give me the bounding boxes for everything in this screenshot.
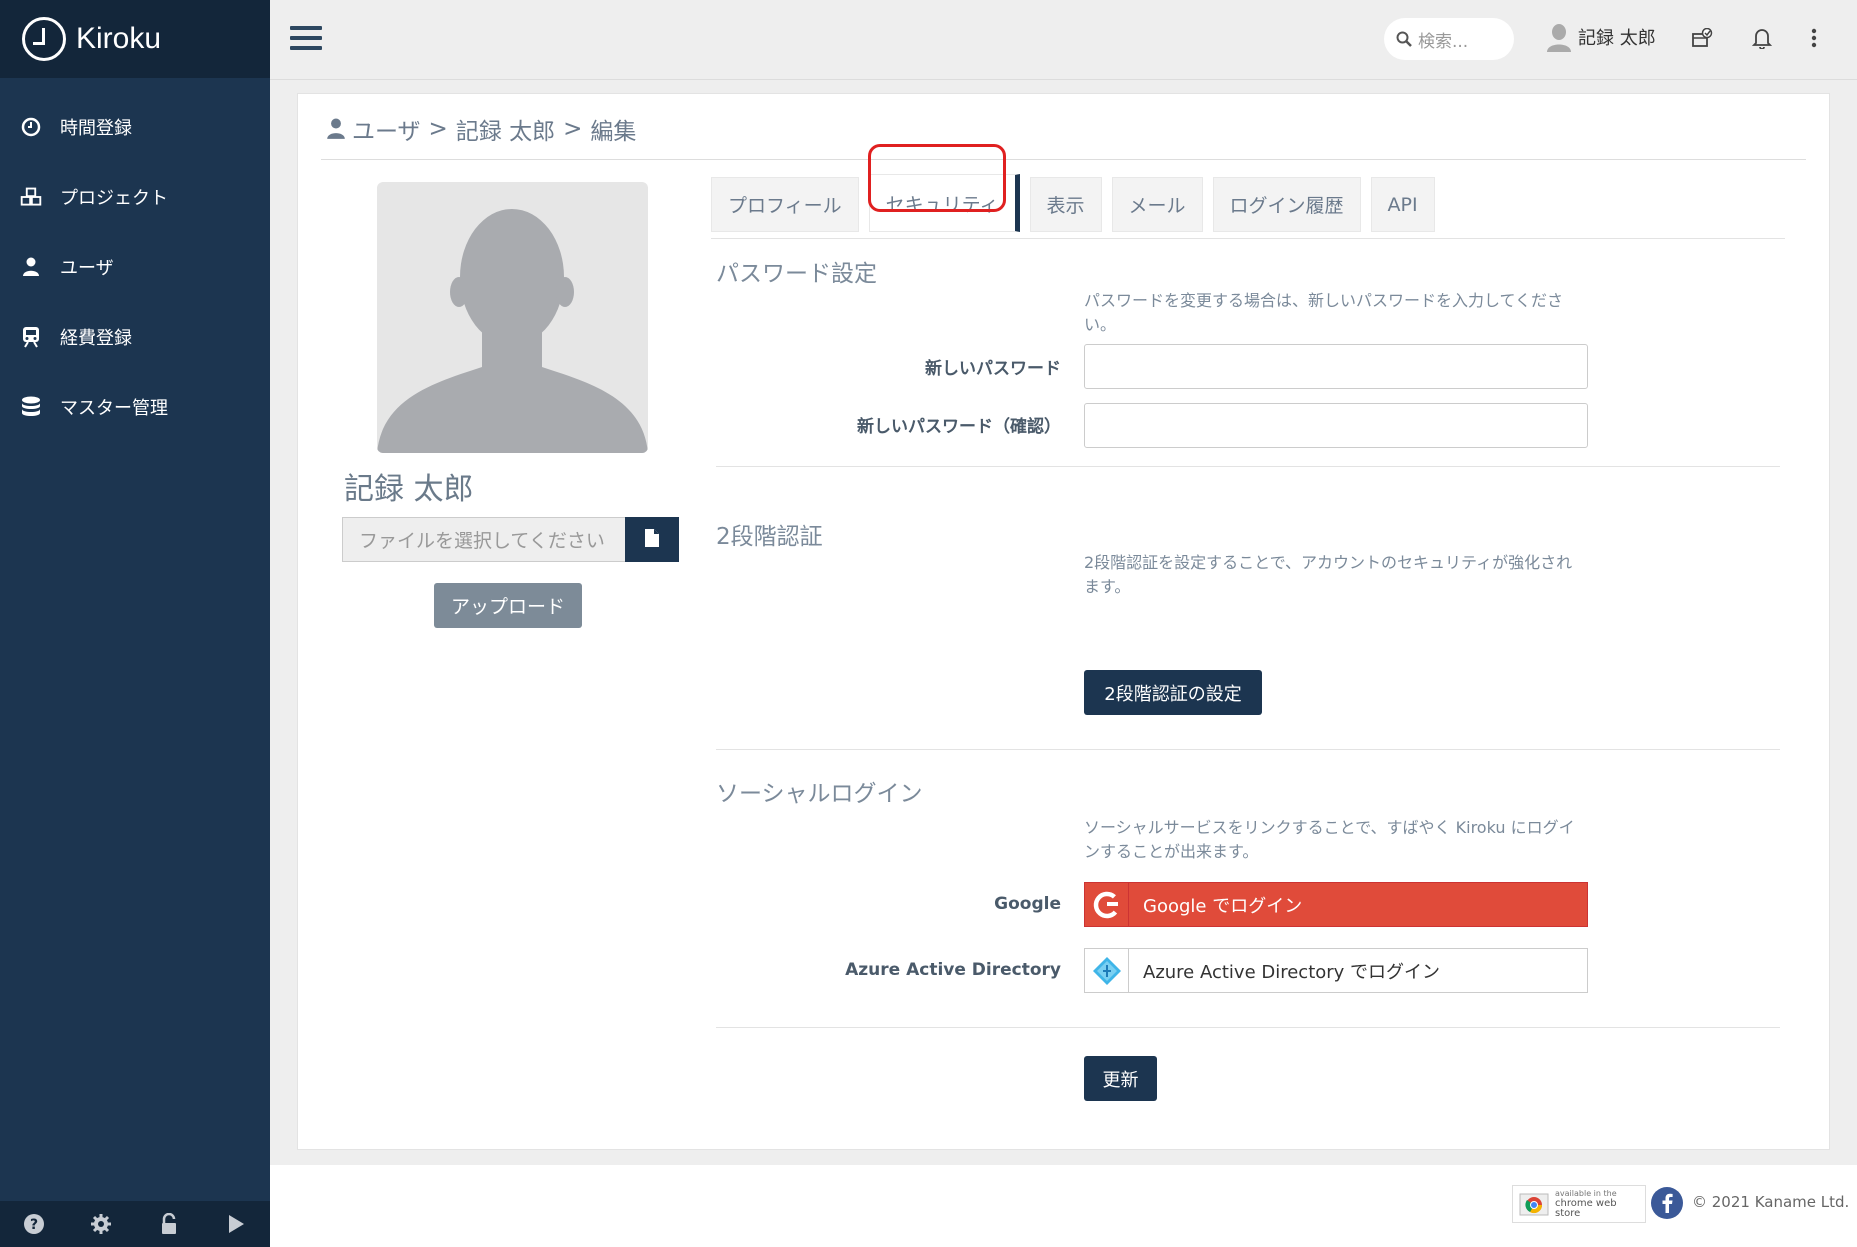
tab-api[interactable]: API bbox=[1370, 177, 1435, 232]
profile-photo bbox=[377, 182, 648, 453]
chrome-store-text: available in the chrome web store bbox=[1555, 1189, 1645, 1219]
sidebar: Kiroku 時間登録 プロジェクト ユーザ 経費登録 マスター管理 ? bbox=[0, 0, 270, 1247]
breadcrumb-separator: > bbox=[428, 116, 448, 142]
azure-ad-icon bbox=[1085, 949, 1129, 992]
social-help-text: ソーシャルサービスをリンクすることで、すばやく Kiroku にログインすること… bbox=[1084, 818, 1575, 861]
facebook-icon[interactable] bbox=[1651, 1187, 1683, 1219]
help-icon[interactable]: ? bbox=[22, 1212, 46, 1236]
divider bbox=[716, 466, 1780, 467]
topbar: 検索... 記録 太郎 bbox=[270, 0, 1857, 80]
divider bbox=[716, 1027, 1780, 1028]
breadcrumb: ユーザ > 記録 太郎 > 編集 bbox=[326, 112, 636, 146]
file-input[interactable]: ファイルを選択してください bbox=[342, 517, 625, 562]
cubes-icon bbox=[20, 186, 42, 208]
app-name: Kiroku bbox=[76, 22, 162, 55]
sidebar-item-label: マスター管理 bbox=[60, 398, 168, 419]
menu-toggle-icon[interactable] bbox=[290, 26, 322, 52]
main-card: ユーザ > 記録 太郎 > 編集 記録 太郎 ファイルを選択してください アップ… bbox=[297, 93, 1830, 1150]
password-help-text: パスワードを変更する場合は、新しいパスワードを入力してください。 bbox=[1084, 291, 1564, 334]
tab-mail[interactable]: メール bbox=[1111, 177, 1203, 232]
bell-icon[interactable] bbox=[1750, 26, 1774, 50]
google-login-label: Google でログイン bbox=[1143, 895, 1303, 917]
upload-button[interactable]: アップロード bbox=[434, 583, 582, 628]
brand[interactable]: Kiroku bbox=[0, 0, 270, 78]
chrome-store-line2: chrome web store bbox=[1555, 1198, 1617, 1219]
password-section-title: パスワード設定 bbox=[716, 261, 877, 287]
clock-icon bbox=[20, 116, 42, 138]
sidebar-item-label: プロジェクト bbox=[60, 188, 168, 209]
twofactor-section-title: 2段階認証 bbox=[716, 524, 823, 550]
user-menu[interactable]: 記録 太郎 bbox=[1546, 22, 1656, 52]
azure-login-button[interactable]: Azure Active Directory でログイン bbox=[1084, 948, 1588, 993]
azure-login-label: Azure Active Directory でログイン bbox=[1143, 961, 1441, 983]
calendar-check-icon[interactable] bbox=[1690, 26, 1714, 50]
train-icon bbox=[20, 326, 42, 348]
file-placeholder: ファイルを選択してください bbox=[359, 530, 605, 552]
sidebar-nav: 時間登録 プロジェクト ユーザ 経費登録 マスター管理 bbox=[0, 78, 270, 442]
tab-profile[interactable]: プロフィール bbox=[711, 177, 859, 232]
twofactor-setup-button[interactable]: 2段階認証の設定 bbox=[1084, 670, 1262, 715]
avatar-icon bbox=[1546, 22, 1572, 52]
sidebar-item-users[interactable]: ユーザ bbox=[0, 232, 270, 302]
chrome-store-line1: available in the bbox=[1555, 1189, 1617, 1198]
social-section-title: ソーシャルログイン bbox=[716, 781, 923, 807]
tab-bar: プロフィール セキュリティ 表示 メール ログイン履歴 API bbox=[711, 174, 1445, 232]
user-icon bbox=[20, 256, 42, 278]
azure-label: Azure Active Directory bbox=[845, 960, 1061, 980]
search-input[interactable]: 検索... bbox=[1384, 18, 1514, 60]
update-button[interactable]: 更新 bbox=[1084, 1056, 1157, 1101]
sidebar-item-expense[interactable]: 経費登録 bbox=[0, 302, 270, 372]
sidebar-footer: ? bbox=[0, 1201, 270, 1247]
sidebar-item-label: 経費登録 bbox=[60, 328, 132, 349]
copyright: © 2021 Kaname Ltd. bbox=[1692, 1193, 1850, 1211]
confirm-password-label: 新しいパスワード（確認） bbox=[857, 417, 1061, 437]
google-icon bbox=[1085, 883, 1129, 926]
breadcrumb-item: 編集 bbox=[590, 119, 637, 145]
search-icon bbox=[1396, 31, 1412, 47]
divider bbox=[716, 749, 1780, 750]
sidebar-item-label: 時間登録 bbox=[60, 118, 132, 139]
tab-display[interactable]: 表示 bbox=[1029, 177, 1102, 232]
sidebar-item-master[interactable]: マスター管理 bbox=[0, 372, 270, 442]
more-vertical-icon[interactable] bbox=[1802, 26, 1826, 50]
svg-text:?: ? bbox=[30, 1217, 38, 1233]
confirm-password-field[interactable] bbox=[1084, 403, 1588, 448]
new-password-field[interactable] bbox=[1084, 344, 1588, 389]
sidebar-item-time[interactable]: 時間登録 bbox=[0, 92, 270, 162]
new-password-label: 新しいパスワード bbox=[925, 359, 1061, 379]
user-name: 記録 太郎 bbox=[1578, 28, 1656, 49]
search-placeholder: 検索... bbox=[1418, 31, 1469, 52]
tab-login-history[interactable]: ログイン履歴 bbox=[1212, 177, 1361, 232]
annotation-highlight bbox=[868, 144, 1006, 212]
breadcrumb-item[interactable]: ユーザ bbox=[352, 112, 421, 146]
unlock-icon[interactable] bbox=[157, 1212, 181, 1236]
sidebar-item-project[interactable]: プロジェクト bbox=[0, 162, 270, 232]
clock-logo-icon bbox=[22, 17, 66, 61]
user-icon bbox=[326, 118, 346, 140]
breadcrumb-item[interactable]: 記録 太郎 bbox=[456, 112, 555, 146]
profile-name: 記録 太郎 bbox=[344, 472, 474, 507]
sidebar-item-label: ユーザ bbox=[60, 258, 114, 279]
play-icon[interactable] bbox=[224, 1212, 248, 1236]
divider bbox=[321, 159, 1806, 160]
gear-icon[interactable] bbox=[89, 1212, 113, 1236]
chrome-web-store-badge[interactable]: available in the chrome web store bbox=[1512, 1185, 1646, 1223]
tabs-underline bbox=[711, 238, 1785, 239]
database-icon bbox=[20, 396, 42, 418]
twofactor-help-text: 2段階認証を設定することで、アカウントのセキュリティが強化されます。 bbox=[1084, 553, 1573, 596]
breadcrumb-separator: > bbox=[563, 116, 583, 142]
chrome-store-icon bbox=[1519, 1188, 1549, 1220]
file-browse-button[interactable] bbox=[625, 517, 679, 562]
google-label: Google bbox=[994, 894, 1061, 914]
google-login-button[interactable]: Google でログイン bbox=[1084, 882, 1588, 927]
file-icon bbox=[645, 528, 659, 551]
person-silhouette-icon bbox=[377, 209, 648, 453]
